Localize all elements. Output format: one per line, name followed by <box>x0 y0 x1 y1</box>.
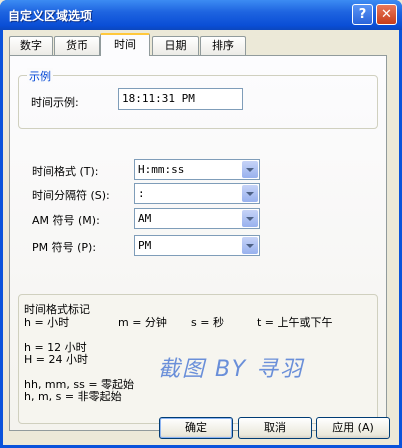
time-separator-combo[interactable]: : <box>134 183 260 204</box>
am-symbol-combo[interactable]: AM <box>134 208 260 229</box>
chevron-down-icon[interactable] <box>242 161 258 178</box>
chevron-down-icon[interactable] <box>242 237 258 254</box>
chevron-down-icon[interactable] <box>242 185 258 202</box>
apply-button[interactable]: 应用 (A) <box>316 417 390 439</box>
tab-number[interactable]: 数字 <box>9 36 53 55</box>
tab-currency[interactable]: 货币 <box>54 36 100 55</box>
cancel-button[interactable]: 取消 <box>238 417 312 439</box>
close-button[interactable]: ✕ <box>376 4 397 25</box>
pm-symbol-value: PM <box>138 239 152 252</box>
pm-symbol-combo[interactable]: PM <box>134 235 260 256</box>
am-symbol-value: AM <box>138 212 152 225</box>
time-format-label: 时间格式 (T): <box>32 165 99 178</box>
watermark-text: 截图 BY 寻羽 <box>158 357 305 382</box>
dialog-client: 数字 货币 时间 日期 排序 示例 时间示例: 18:11:31 PM 时间格式… <box>3 30 399 445</box>
time-separator-value: : <box>138 187 145 200</box>
note-hour: h = 小时 <box>24 316 70 329</box>
note-second: s = 秒 <box>191 316 224 329</box>
note-nonzero-start: h, m, s = 非零起始 <box>24 390 122 403</box>
window-title: 自定义区域选项 <box>8 9 93 23</box>
time-sample-field: 18:11:31 PM <box>118 88 243 110</box>
help-button[interactable]: ? <box>352 4 373 25</box>
chevron-down-icon[interactable] <box>242 210 258 227</box>
note-24-hour: H = 24 小时 <box>24 353 88 366</box>
sample-groupbox: 示例 时间示例: 18:11:31 PM <box>18 68 378 129</box>
time-format-combo[interactable]: H:mm:ss <box>134 159 260 180</box>
tab-panel-time: 示例 时间示例: 18:11:31 PM 时间格式 (T): H:mm:ss 时… <box>9 55 387 431</box>
title-bar[interactable]: 自定义区域选项 ? ✕ <box>0 0 402 30</box>
pm-symbol-label: PM 符号 (P): <box>32 241 97 254</box>
time-format-value: H:mm:ss <box>138 163 185 176</box>
tab-time[interactable]: 时间 <box>100 33 150 56</box>
tab-date[interactable]: 日期 <box>152 36 199 55</box>
time-separator-label: 时间分隔符 (S): <box>32 189 110 202</box>
dialog-window: 自定义区域选项 ? ✕ 数字 货币 时间 日期 排序 示例 时间示例: 18:1… <box>0 0 402 448</box>
ok-button[interactable]: 确定 <box>159 417 233 439</box>
time-sample-label: 时间示例: <box>31 96 79 109</box>
tab-sort[interactable]: 排序 <box>200 36 246 55</box>
note-minute: m = 分钟 <box>118 316 167 329</box>
sample-group-label: 示例 <box>27 68 53 84</box>
note-ampm: t = 上午或下午 <box>257 316 333 329</box>
am-symbol-label: AM 符号 (M): <box>32 214 100 227</box>
